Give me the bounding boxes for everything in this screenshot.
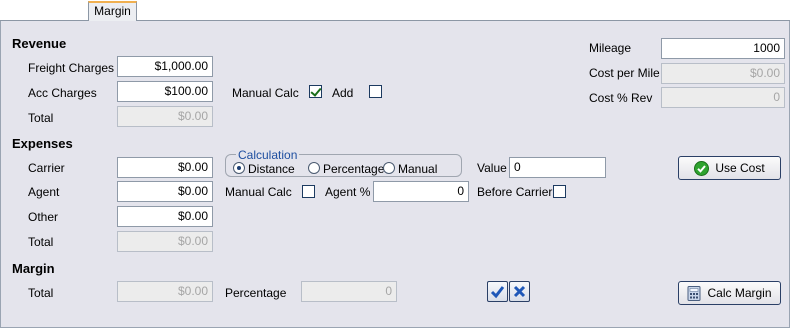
manual-option-label: Manual <box>398 162 438 176</box>
percentage-option-label: Percentage <box>323 162 385 176</box>
add-label: Add <box>332 86 354 100</box>
before-carrier-label: Before Carrier <box>477 185 553 199</box>
freight-charges-label: Freight Charges <box>28 61 115 75</box>
manual-radio[interactable] <box>383 162 395 174</box>
revenue-total-field: $0.00 <box>117 106 213 127</box>
freight-charges-field[interactable]: $1,000.00 <box>117 56 213 77</box>
margin-heading: Margin <box>12 261 55 276</box>
carrier-label: Carrier <box>28 161 65 175</box>
other-label: Other <box>28 210 59 224</box>
expenses-heading: Expenses <box>12 136 73 151</box>
acc-charges-field[interactable]: $100.00 <box>117 81 213 102</box>
use-cost-label: Use Cost <box>715 161 765 175</box>
distance-label: Distance <box>248 162 295 176</box>
check-circle-icon <box>694 160 710 176</box>
margin-total-label: Total <box>28 286 54 300</box>
value-label: Value <box>477 161 507 175</box>
expenses-total-field: $0.00 <box>117 231 213 252</box>
agent-field[interactable]: $0.00 <box>117 181 213 202</box>
cost-pct-rev-label: Cost % Rev <box>589 91 653 105</box>
mileage-field[interactable]: 1000 <box>661 38 785 59</box>
percentage-radio[interactable] <box>308 162 320 174</box>
x-icon <box>513 285 526 298</box>
tab-margin[interactable]: Margin <box>88 1 137 22</box>
revenue-heading: Revenue <box>12 36 67 51</box>
cost-pct-rev-field: 0 <box>661 87 785 108</box>
value-field[interactable]: 0 <box>509 157 606 178</box>
agent-label: Agent <box>28 185 60 199</box>
acc-charges-label: Acc Charges <box>28 86 97 100</box>
revenue-total-label: Total <box>28 111 54 125</box>
expenses-total-label: Total <box>28 235 54 249</box>
agent-pct-field[interactable]: 0 <box>373 181 469 202</box>
expenses-manual-calc-label: Manual Calc <box>225 185 292 199</box>
cancel-button[interactable] <box>509 281 530 302</box>
calculation-title: Calculation <box>236 148 300 162</box>
calc-margin-button[interactable]: Calc Margin <box>678 281 781 305</box>
margin-panel: Revenue Freight Charges $1,000.00 Acc Ch… <box>0 21 790 328</box>
accept-button[interactable] <box>487 281 508 302</box>
carrier-field[interactable]: $0.00 <box>117 157 213 178</box>
distance-radio[interactable] <box>233 162 245 174</box>
cost-per-mile-label: Cost per Mile <box>589 66 660 80</box>
tab-strip: Margin <box>0 0 790 22</box>
other-field[interactable]: $0.00 <box>117 206 213 227</box>
margin-percentage-label: Percentage <box>225 286 287 300</box>
calculator-icon <box>687 285 701 301</box>
use-cost-button[interactable]: Use Cost <box>678 156 781 180</box>
revenue-manual-calc-label: Manual Calc <box>232 86 299 100</box>
checkmark-icon <box>490 286 505 299</box>
revenue-manual-calc-checkbox[interactable] <box>309 85 322 98</box>
add-checkbox[interactable] <box>369 85 382 98</box>
margin-percentage-field: 0 <box>301 281 397 302</box>
agent-pct-label: Agent % <box>325 185 371 199</box>
expenses-manual-calc-checkbox[interactable] <box>302 185 315 198</box>
mileage-label: Mileage <box>589 41 632 55</box>
before-carrier-checkbox[interactable] <box>553 185 566 198</box>
cost-per-mile-field: $0.00 <box>661 63 785 84</box>
calc-margin-label: Calc Margin <box>707 286 772 300</box>
margin-total-field: $0.00 <box>117 281 213 302</box>
